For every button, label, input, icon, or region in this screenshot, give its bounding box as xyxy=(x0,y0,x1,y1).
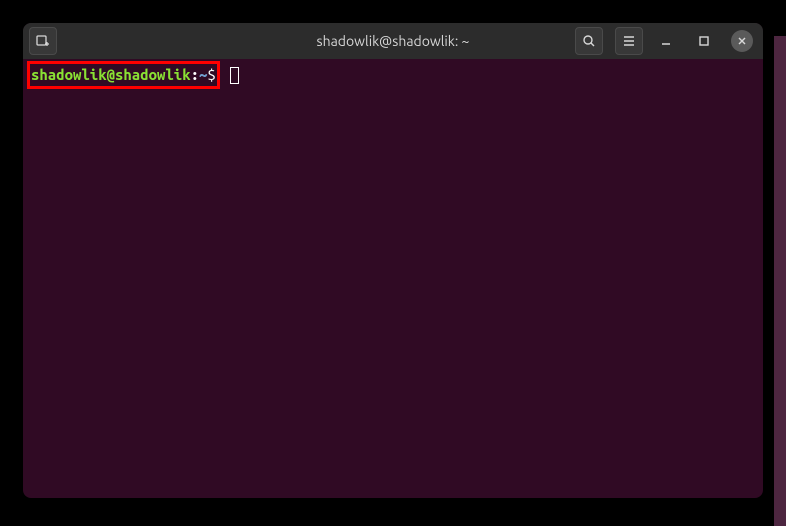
window-controls xyxy=(655,30,757,52)
close-icon xyxy=(737,36,747,46)
new-tab-icon xyxy=(35,33,51,49)
search-icon xyxy=(581,33,597,49)
close-button[interactable] xyxy=(731,30,753,52)
hamburger-icon xyxy=(621,33,637,49)
prompt-symbol: $ xyxy=(207,66,215,84)
maximize-button[interactable] xyxy=(693,30,715,52)
search-button[interactable] xyxy=(575,27,603,55)
prompt-line: shadowlik@shadowlik:~$ xyxy=(27,61,759,89)
titlebar: shadowlik@shadowlik: ~ xyxy=(23,23,763,59)
menu-button[interactable] xyxy=(615,27,643,55)
minimize-button[interactable] xyxy=(655,30,677,52)
prompt-path: ~ xyxy=(199,66,207,84)
terminal-body[interactable]: shadowlik@shadowlik:~$ xyxy=(23,59,763,498)
prompt-highlight: shadowlik@shadowlik:~$ xyxy=(27,61,220,89)
titlebar-left xyxy=(29,27,57,55)
terminal-cursor xyxy=(230,67,239,84)
maximize-icon xyxy=(698,35,710,47)
minimize-icon xyxy=(660,35,672,47)
titlebar-right xyxy=(575,27,757,55)
prompt-user-host: shadowlik@shadowlik xyxy=(31,66,191,84)
new-tab-button[interactable] xyxy=(29,27,57,55)
prompt-colon: : xyxy=(191,66,199,84)
terminal-window: shadowlik@shadowlik: ~ xyxy=(23,23,763,498)
